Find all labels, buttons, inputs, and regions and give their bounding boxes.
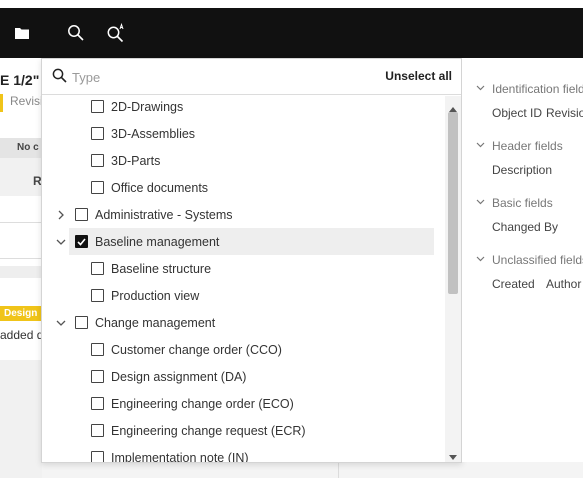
top-toolbar (0, 8, 583, 58)
field-name: Description (492, 163, 553, 177)
tree-item-label: Baseline management (95, 234, 220, 249)
field-name: Revision (546, 106, 583, 120)
tree-item-label: 3D-Assemblies (111, 126, 196, 141)
background-page-left: E 1/2" X Revisi No c R Design added d (0, 58, 42, 478)
checkbox[interactable] (91, 181, 104, 194)
advanced-search-icon[interactable] (104, 8, 128, 58)
tree-item-label: Engineering change request (ECR) (111, 423, 306, 438)
activity-text: added d (0, 328, 42, 342)
unselect-all-button[interactable]: Unselect all (385, 69, 452, 83)
tree-item[interactable]: Engineering change order (ECO) (42, 390, 444, 417)
background-band (0, 360, 42, 478)
background-band (0, 266, 42, 278)
chevron-down-icon[interactable] (476, 256, 485, 262)
tree-item-label: 2D-Drawings (111, 99, 184, 114)
filter-search-row: Unselect all (42, 59, 461, 95)
object-title: E 1/2" X (0, 72, 42, 88)
tree-item[interactable]: Baseline management (56, 228, 434, 255)
field-group: Header fields Description (462, 139, 583, 189)
tree-item-label: Production view (111, 288, 200, 303)
checkbox[interactable] (91, 154, 104, 167)
checkbox[interactable] (91, 289, 104, 302)
chevron-down-icon[interactable] (476, 85, 485, 91)
tree-item[interactable]: 3D-Parts (42, 147, 444, 174)
field-group-header[interactable]: Header fields (492, 139, 563, 153)
checkbox[interactable] (75, 208, 88, 221)
design-badge: Design (0, 306, 42, 321)
category-tree: 2D-Drawings 3D-Assemblies 3D-Parts Office d… (42, 96, 444, 462)
scrollbar-thumb[interactable] (448, 112, 458, 294)
field-group-header[interactable]: Identification fields (492, 82, 583, 96)
checkbox[interactable] (91, 343, 104, 356)
tree-scrollbar[interactable] (445, 96, 461, 462)
tree-item-label: 3D-Parts (111, 153, 161, 168)
chevron-down-icon[interactable] (476, 199, 485, 205)
tree-item[interactable]: Change management (42, 309, 444, 336)
tree-item-label: Change management (95, 315, 216, 330)
background-page-bottom (42, 462, 583, 478)
tree-item[interactable]: 3D-Assemblies (42, 120, 444, 147)
chevron-down-icon[interactable] (55, 317, 67, 329)
tree-item-label: Implementation note (IN) (111, 450, 249, 463)
tree-item[interactable]: Administrative - Systems (42, 201, 444, 228)
field-group-header[interactable]: Unclassified fields (492, 253, 583, 267)
tree-item[interactable]: Customer change order (CCO) (42, 336, 444, 363)
tree-item[interactable]: Implementation note (IN) (42, 444, 444, 462)
chevron-down-icon[interactable] (55, 236, 67, 248)
tree-item[interactable]: Baseline structure (42, 255, 444, 282)
checkbox[interactable] (91, 370, 104, 383)
tree-item-label: Office documents (111, 180, 209, 195)
field-group-header[interactable]: Basic fields (492, 196, 553, 210)
field-name: Created (492, 277, 535, 291)
column-header: No c (0, 138, 42, 158)
tree-item-label: Design assignment (DA) (111, 369, 247, 384)
tree-item[interactable]: Engineering change request (ECR) (42, 417, 444, 444)
tree-item-label: Baseline structure (111, 261, 212, 276)
checkbox[interactable] (75, 235, 88, 248)
tree-item[interactable]: Design assignment (DA) (42, 363, 444, 390)
field-name: Changed By (492, 220, 559, 234)
chevron-down-icon[interactable] (476, 142, 485, 148)
checkbox[interactable] (91, 424, 104, 437)
checkbox[interactable] (91, 262, 104, 275)
field-groups-panel: Identification fields Object IDRevision He… (462, 58, 583, 462)
revision-label: Revisi (0, 94, 42, 112)
search-icon[interactable] (64, 8, 88, 58)
field-group: Basic fields Changed By (462, 196, 583, 246)
divider (338, 462, 339, 478)
field-name: Author (546, 277, 582, 291)
checkbox[interactable] (75, 316, 88, 329)
filter-input[interactable] (72, 67, 322, 87)
field-group: Unclassified fields Created Author (462, 253, 583, 303)
tree-item[interactable]: Production view (42, 282, 444, 309)
checkbox[interactable] (91, 451, 104, 462)
field-group: Identification fields Object IDRevision (462, 82, 583, 132)
scroll-down-arrow-icon[interactable] (449, 448, 457, 462)
tree-item[interactable]: Office documents (42, 174, 444, 201)
checkbox[interactable] (91, 127, 104, 140)
search-icon (52, 68, 67, 88)
chevron-right-icon[interactable] (55, 209, 67, 221)
divider (0, 258, 42, 259)
tree-item-label: Customer change order (CCO) (111, 342, 282, 357)
folder-icon[interactable] (10, 8, 34, 58)
tree-item-label: Engineering change order (ECO) (111, 396, 294, 411)
field-name: Object ID (492, 106, 543, 120)
category-filter-dropdown: Unselect all 2D-Drawings 3D-Assemblies 3D-… (41, 58, 462, 463)
checkbox[interactable] (91, 100, 104, 113)
divider (0, 222, 42, 223)
tree-item-label: Administrative - Systems (95, 207, 233, 222)
checkmark-icon (77, 235, 86, 249)
checkbox[interactable] (91, 397, 104, 410)
tree-item[interactable]: 2D-Drawings (42, 96, 444, 120)
